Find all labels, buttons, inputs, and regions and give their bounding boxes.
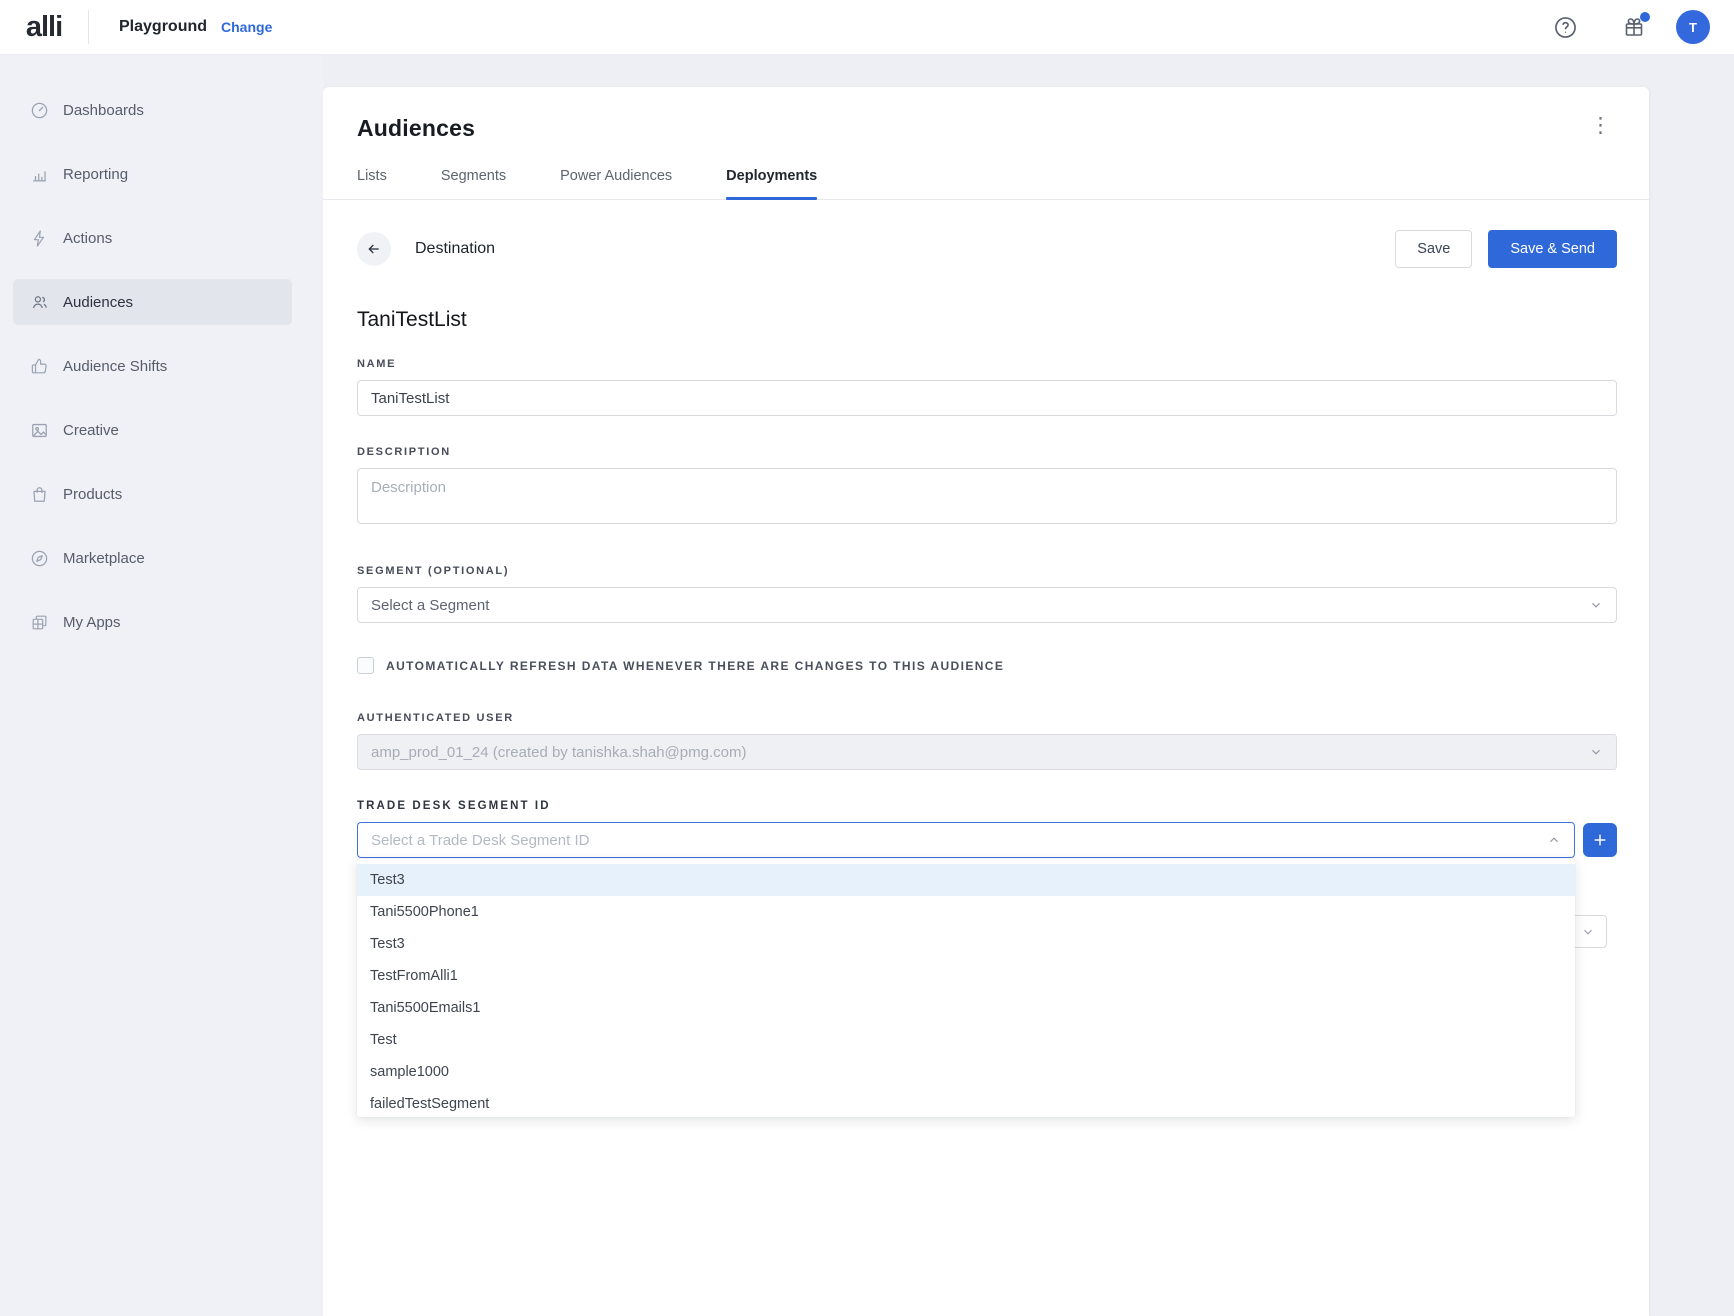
sidebar-item-label: My Apps <box>63 614 121 631</box>
auto-refresh-checkbox[interactable] <box>357 657 374 674</box>
grid-icon <box>29 612 49 632</box>
authenticated-user-value: amp_prod_01_24 (created by tanishka.shah… <box>371 744 746 761</box>
sidebar-item-label: Reporting <box>63 166 128 183</box>
dropdown-option[interactable]: Tani5500Emails1 <box>357 992 1575 1024</box>
gauge-icon <box>29 100 49 120</box>
destination-title: Destination <box>415 240 495 258</box>
add-segment-button[interactable] <box>1583 823 1617 857</box>
chevron-up-icon <box>1547 833 1561 847</box>
trade-desk-segment-id-label: TRADE DESK SEGMENT ID <box>357 800 1617 812</box>
sidebar-item-label: Audience Shifts <box>63 358 167 375</box>
image-icon <box>29 420 49 440</box>
header-divider <box>88 10 89 44</box>
tab-power-audiences[interactable]: Power Audiences <box>560 168 672 199</box>
sidebar-item-actions[interactable]: Actions <box>13 215 292 261</box>
notification-dot <box>1640 12 1650 22</box>
sidebar-item-label: Marketplace <box>63 550 145 567</box>
sidebar-item-label: Dashboards <box>63 102 144 119</box>
sidebar-item-label: Products <box>63 486 122 503</box>
back-arrow-icon <box>366 241 382 257</box>
compass-icon <box>29 548 49 568</box>
sidebar-item-dashboards[interactable]: Dashboards <box>13 87 292 133</box>
sidebar-item-reporting[interactable]: Reporting <box>13 151 292 197</box>
dropdown-option[interactable]: Test3 <box>357 864 1575 896</box>
dropdown-option[interactable]: Test <box>357 1024 1575 1056</box>
save-and-send-button[interactable]: Save & Send <box>1488 230 1617 268</box>
save-button[interactable]: Save <box>1395 230 1472 268</box>
change-workspace-link[interactable]: Change <box>221 19 272 35</box>
segment-select[interactable]: Select a Segment <box>357 587 1617 623</box>
bar-chart-icon <box>29 164 49 184</box>
kebab-menu-icon[interactable]: ⋮ <box>1584 115 1617 137</box>
sidebar-item-label: Actions <box>63 230 112 247</box>
chevron-down-icon <box>1581 925 1595 939</box>
description-label: DESCRIPTION <box>357 446 1617 458</box>
tab-lists[interactable]: Lists <box>357 168 387 199</box>
sidebar-item-products[interactable]: Products <box>13 471 292 517</box>
tab-segments[interactable]: Segments <box>441 168 506 199</box>
dropdown-option[interactable]: sample1000 <box>357 1056 1575 1088</box>
segment-select-value: Select a Segment <box>371 597 489 614</box>
gift-icon[interactable] <box>1622 15 1646 39</box>
trade-desk-segment-placeholder: Select a Trade Desk Segment ID <box>371 832 589 849</box>
sidebar: Dashboards Reporting Actions Audiences A… <box>0 55 323 1316</box>
thumbs-up-icon <box>29 356 49 376</box>
sidebar-item-audiences[interactable]: Audiences <box>13 279 292 325</box>
name-label: NAME <box>357 358 1617 370</box>
description-input[interactable] <box>357 468 1617 524</box>
name-input[interactable] <box>357 380 1617 416</box>
main-panel: Audiences ⋮ Lists Segments Power Audienc… <box>323 87 1649 1316</box>
trade-desk-dropdown: Test3 Tani5500Phone1 Test3 TestFromAlli1… <box>357 859 1575 1117</box>
back-button[interactable] <box>357 232 391 266</box>
dropdown-option[interactable]: Test3 <box>357 928 1575 960</box>
tab-bar: Lists Segments Power Audiences Deploymen… <box>323 168 1649 200</box>
sidebar-item-label: Creative <box>63 422 119 439</box>
deployment-name-heading: TaniTestList <box>357 308 1617 332</box>
auto-refresh-label[interactable]: AUTOMATICALLY REFRESH DATA WHENEVER THER… <box>386 659 1004 673</box>
authenticated-user-select: amp_prod_01_24 (created by tanishka.shah… <box>357 734 1617 770</box>
sidebar-item-audience-shifts[interactable]: Audience Shifts <box>13 343 292 389</box>
people-icon <box>29 292 49 312</box>
sidebar-item-my-apps[interactable]: My Apps <box>13 599 292 645</box>
sidebar-item-creative[interactable]: Creative <box>13 407 292 453</box>
workspace-name: Playground <box>119 18 207 36</box>
sidebar-item-marketplace[interactable]: Marketplace <box>13 535 292 581</box>
plus-icon <box>1592 832 1608 848</box>
segment-label: SEGMENT (OPTIONAL) <box>357 565 1617 577</box>
top-header: alli Playground Change T <box>0 0 1734 55</box>
sidebar-item-label: Audiences <box>63 294 133 311</box>
dropdown-option[interactable]: TestFromAlli1 <box>357 960 1575 992</box>
dropdown-option[interactable]: failedTestSegment <box>357 1088 1575 1117</box>
authenticated-user-label: AUTHENTICATED USER <box>357 712 1617 724</box>
trade-desk-segment-select[interactable]: Select a Trade Desk Segment ID <box>357 822 1575 858</box>
chevron-down-icon <box>1589 598 1603 612</box>
dropdown-option[interactable]: Tani5500Phone1 <box>357 896 1575 928</box>
user-avatar[interactable]: T <box>1676 10 1710 44</box>
help-icon[interactable] <box>1553 15 1578 40</box>
alli-logo: alli <box>0 11 88 44</box>
tab-deployments[interactable]: Deployments <box>726 168 817 199</box>
page-title: Audiences <box>357 115 475 142</box>
lightning-icon <box>29 228 49 248</box>
bag-icon <box>29 484 49 504</box>
chevron-down-icon <box>1589 745 1603 759</box>
